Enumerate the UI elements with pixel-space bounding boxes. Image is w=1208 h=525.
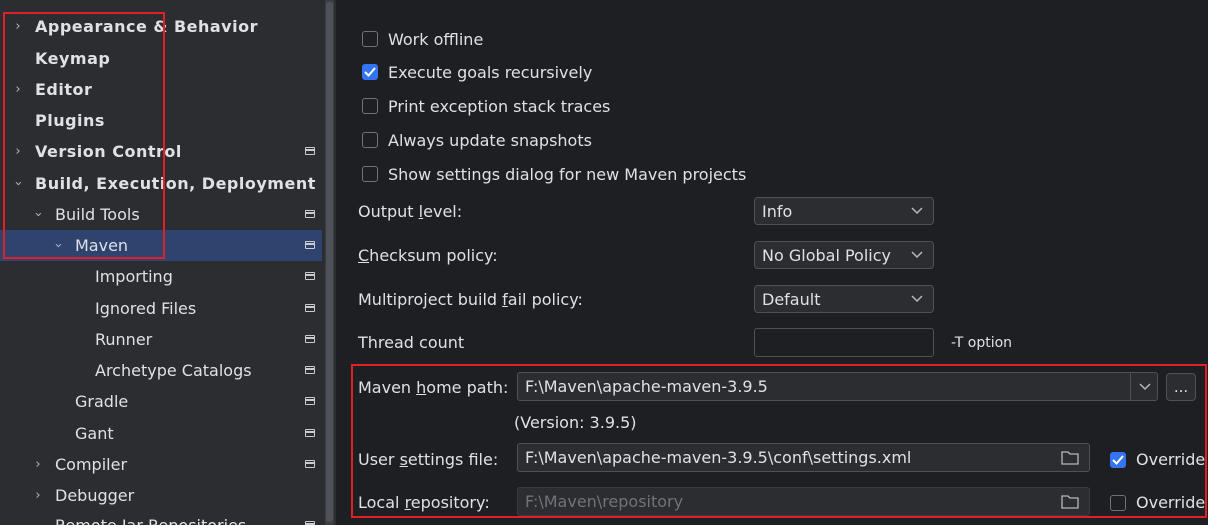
- print-exception-stack-traces-checkbox-row[interactable]: Print exception stack traces: [362, 94, 610, 118]
- project-scope-icon: [305, 241, 315, 249]
- sidebar-item-label: Compiler: [55, 455, 128, 474]
- thread-count-label: Thread count: [358, 333, 465, 352]
- multiproject-fail-policy-label: Multiproject build fail policy:: [358, 290, 583, 309]
- checkbox-label: Print exception stack traces: [388, 96, 611, 116]
- sidebar-item-runner[interactable]: Runner: [0, 324, 322, 355]
- project-scope-icon: [305, 272, 315, 280]
- checkmark-icon: [364, 67, 376, 77]
- dropdown-value: Info: [762, 201, 793, 221]
- project-scope-icon: [305, 460, 315, 468]
- highlight-box-sidebar: [3, 12, 165, 259]
- checkbox-label: Work offline: [388, 29, 484, 49]
- chevron-down-icon: [911, 295, 923, 303]
- sidebar-item-importing[interactable]: Importing: [0, 261, 322, 292]
- maven-settings-panel: Work offline Execute goals recursively P…: [336, 0, 1208, 525]
- dropdown-value: No Global Policy: [762, 245, 891, 265]
- dropdown-value: Default: [762, 289, 821, 309]
- project-scope-icon: [305, 366, 315, 374]
- sidebar-item-archetype-catalogs[interactable]: Archetype Catalogs: [0, 355, 322, 386]
- work-offline-checkbox-row[interactable]: Work offline: [362, 27, 483, 51]
- sidebar-item-label: Importing: [95, 267, 173, 286]
- show-settings-dialog-checkbox[interactable]: [362, 166, 378, 182]
- always-update-snapshots-checkbox-row[interactable]: Always update snapshots: [362, 128, 592, 152]
- project-scope-icon: [305, 335, 315, 343]
- highlight-box-maven-paths: [351, 364, 1207, 518]
- multiproject-fail-policy-dropdown[interactable]: Default: [754, 285, 934, 313]
- execute-goals-recursively-checkbox[interactable]: [362, 64, 378, 80]
- sidebar-item-label: Ignored Files: [95, 299, 197, 318]
- thread-count-input[interactable]: [754, 328, 934, 357]
- output-level-label: Output level:: [358, 202, 463, 221]
- chevron-down-icon: [911, 207, 923, 215]
- sidebar-item-label: Gradle: [75, 392, 129, 411]
- chevron-down-icon: [911, 251, 923, 259]
- settings-sidebar: › Appearance & Behavior Keymap › Editor …: [0, 0, 322, 525]
- output-level-dropdown[interactable]: Info: [754, 197, 934, 225]
- sidebar-item-ignored-files[interactable]: Ignored Files: [0, 293, 322, 324]
- sidebar-item-compiler[interactable]: › Compiler: [0, 449, 322, 480]
- project-scope-icon: [305, 147, 315, 155]
- print-exception-stack-traces-checkbox[interactable]: [362, 98, 378, 114]
- sidebar-item-gradle[interactable]: Gradle: [0, 386, 322, 417]
- project-scope-icon: [305, 397, 315, 405]
- checksum-policy-label: Checksum policy:: [358, 246, 498, 265]
- sidebar-item-label: Debugger: [55, 486, 135, 505]
- checkbox-label: Execute goals recursively: [388, 62, 593, 82]
- sidebar-item-gant[interactable]: Gant: [0, 418, 322, 449]
- work-offline-checkbox[interactable]: [362, 31, 378, 47]
- show-settings-dialog-checkbox-row[interactable]: Show settings dialog for new Maven proje…: [362, 162, 746, 186]
- scrollbar-thumb[interactable]: [326, 2, 333, 522]
- sidebar-item-label: Runner: [95, 330, 153, 349]
- sidebar-item-debugger[interactable]: › Debugger: [0, 480, 322, 511]
- sidebar-item-label: Gant: [75, 424, 114, 443]
- project-scope-icon: [305, 429, 315, 437]
- execute-goals-recursively-checkbox-row[interactable]: Execute goals recursively: [362, 60, 592, 84]
- project-scope-icon: [305, 210, 315, 218]
- project-scope-icon: [305, 521, 315, 525]
- chevron-right-icon[interactable]: ›: [30, 488, 46, 503]
- sidebar-item-remote-jar-repositories[interactable]: Remote Jar Repositories: [0, 510, 322, 525]
- chevron-right-icon[interactable]: ›: [30, 457, 46, 472]
- thread-count-hint: -T option: [951, 335, 1013, 351]
- project-scope-icon: [305, 304, 315, 312]
- checksum-policy-dropdown[interactable]: No Global Policy: [754, 241, 934, 269]
- sidebar-item-label: Remote Jar Repositories: [55, 516, 246, 525]
- checkbox-label: Show settings dialog for new Maven proje…: [388, 164, 747, 184]
- always-update-snapshots-checkbox[interactable]: [362, 132, 378, 148]
- sidebar-item-label: Archetype Catalogs: [95, 361, 252, 380]
- sidebar-scrollbar[interactable]: [325, 0, 334, 525]
- checkbox-label: Always update snapshots: [388, 130, 592, 150]
